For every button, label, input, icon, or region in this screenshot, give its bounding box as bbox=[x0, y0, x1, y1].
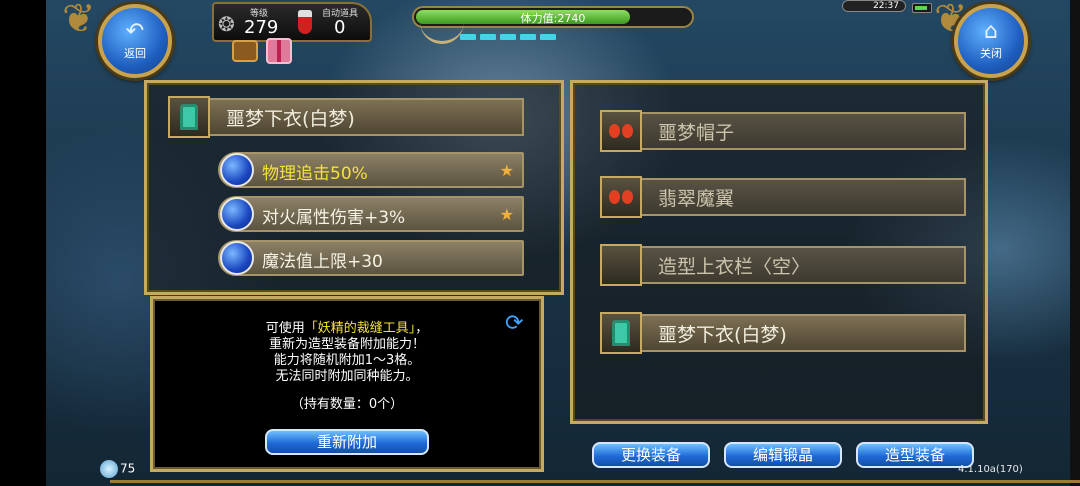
owned-count: （持有数量：0个） bbox=[290, 397, 404, 412]
ability-text: 对火属性伤害+3% bbox=[262, 208, 406, 228]
back-button[interactable]: ↶ 返回 bbox=[98, 4, 172, 78]
bottom-left-indicator: 75 bbox=[100, 460, 135, 478]
version-text: 4.1.10a(170) bbox=[958, 464, 1023, 475]
slot-name: 造型上衣栏〈空〉 bbox=[658, 256, 811, 278]
costume-equipment-button[interactable]: 造型装备 bbox=[856, 442, 974, 468]
info-dialog: 可使用「妖精的裁缝工具」， 重新为造型装备附加能力！ 能力将随机附加1～3格。 … bbox=[150, 296, 544, 472]
home-icon: ⌂ bbox=[984, 19, 998, 44]
gem-icon bbox=[100, 460, 118, 478]
empty-slot-iconbox bbox=[600, 244, 642, 286]
info-line-4: 无法同时附加同种能力。 bbox=[275, 369, 419, 384]
slot-name: 噩梦下衣(白梦) bbox=[658, 324, 787, 346]
equipped-item-name: 噩梦下衣(白梦) bbox=[226, 108, 355, 130]
slot-iconbox bbox=[600, 312, 642, 354]
bottom-divider bbox=[110, 480, 1080, 483]
ability-orb-icon bbox=[220, 241, 254, 275]
back-label: 返回 bbox=[124, 47, 146, 60]
ability-row[interactable]: 魔法值上限+30 bbox=[218, 240, 524, 276]
level-swirl-icon: ❂ bbox=[218, 12, 235, 36]
bow-icon bbox=[609, 188, 633, 206]
slot-iconbox bbox=[600, 176, 642, 218]
close-label: 关闭 bbox=[980, 47, 1002, 60]
slot-iconbox bbox=[600, 110, 642, 152]
auto-potion-value: 0 bbox=[334, 17, 346, 38]
armor-icon bbox=[180, 104, 198, 130]
ornament-left: ❦ bbox=[62, 0, 96, 42]
left-screen-edge bbox=[0, 0, 46, 486]
slot-name: 翡翠魔翼 bbox=[658, 188, 735, 210]
battery-icon bbox=[912, 3, 932, 13]
gift-box-icon[interactable] bbox=[266, 38, 292, 64]
edit-crystal-button[interactable]: 编辑锻晶 bbox=[724, 442, 842, 468]
bow-icon bbox=[609, 122, 633, 140]
potion-icon bbox=[298, 10, 312, 34]
slot-wings[interactable]: 翡翠魔翼 bbox=[600, 176, 966, 218]
ability-row[interactable]: 物理追击50% ★ bbox=[218, 152, 524, 188]
player-status-panel: ❂ 等级 279 自动道具 0 bbox=[212, 2, 372, 42]
slot-hat[interactable]: 噩梦帽子 bbox=[600, 110, 966, 152]
equipped-item-slot[interactable]: 噩梦下衣(白梦) bbox=[168, 96, 524, 138]
armor-icon bbox=[612, 320, 630, 346]
refresh-icon[interactable]: ⟳ bbox=[505, 311, 523, 336]
equipped-item-iconbox bbox=[168, 96, 210, 138]
slot-bottom[interactable]: 噩梦下衣(白梦) bbox=[600, 312, 966, 354]
ability-text: 魔法值上限+30 bbox=[262, 252, 383, 272]
back-arrow-icon: ↶ bbox=[125, 19, 145, 44]
energy-segments bbox=[460, 34, 556, 40]
ability-row[interactable]: 对火属性伤害+3% ★ bbox=[218, 196, 524, 232]
ability-orb-icon bbox=[220, 197, 254, 231]
ability-orb-icon bbox=[220, 153, 254, 187]
level-value: 279 bbox=[244, 17, 279, 38]
change-equipment-button[interactable]: 更换装备 bbox=[592, 442, 710, 468]
slot-top-empty[interactable]: 造型上衣栏〈空〉 bbox=[600, 244, 966, 286]
clock: 22:37 bbox=[842, 0, 906, 12]
treasure-chest-icon[interactable] bbox=[232, 40, 258, 62]
slot-name: 噩梦帽子 bbox=[658, 122, 735, 144]
star-icon: ★ bbox=[499, 161, 514, 180]
ability-text: 物理追击50% bbox=[262, 164, 368, 184]
close-button[interactable]: ⌂ 关闭 bbox=[954, 4, 1028, 78]
right-screen-edge bbox=[1070, 0, 1080, 486]
star-icon: ★ bbox=[499, 205, 514, 224]
reattach-button[interactable]: 重新附加 bbox=[265, 429, 429, 455]
bottom-left-value: 75 bbox=[120, 461, 136, 476]
